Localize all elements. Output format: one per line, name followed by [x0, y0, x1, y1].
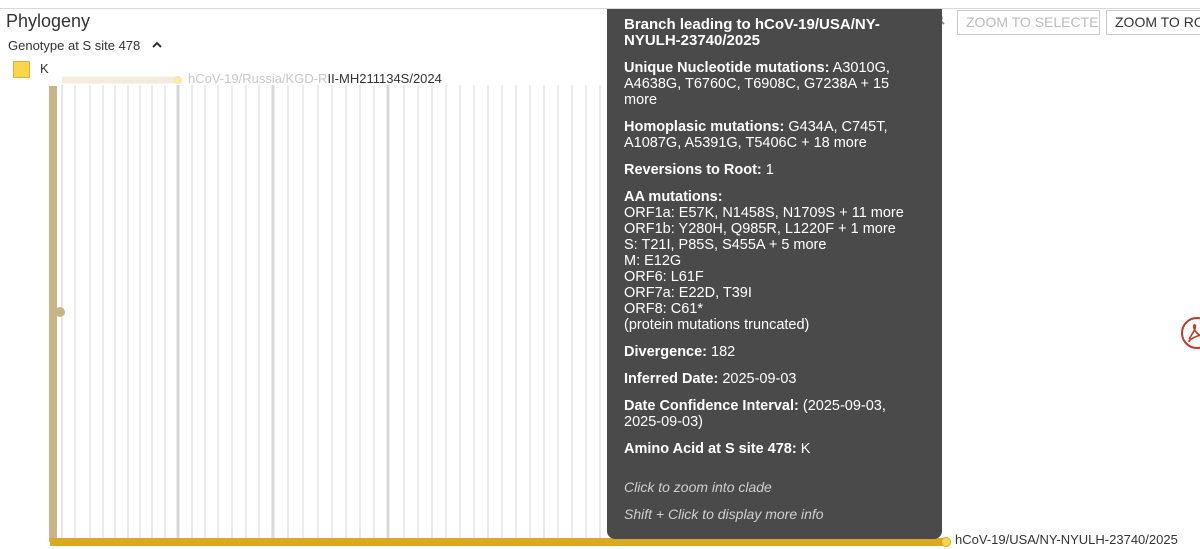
aa-mutation-line: ORF1b: Y280H, Q985R, L1220F + 1 more	[624, 221, 896, 237]
tooltip-heading: Branch leading to hCoV-19/USA/NY-NYULH-2…	[624, 16, 880, 49]
branch-info-tooltip: Branch leading to hCoV-19/USA/NY-NYULH-2…	[607, 9, 942, 539]
inferred-date-value: 2025-09-03	[722, 371, 797, 387]
phylogeny-tree[interactable]	[0, 0, 1200, 549]
reversions-value: 1	[765, 162, 774, 178]
divergence-label: Divergence:	[624, 344, 708, 360]
tip-label-bottom[interactable]: hCoV-19/USA/NY-NYULH-23740/2025	[955, 532, 1178, 547]
reversions-label: Reversions to Root:	[624, 162, 762, 178]
tip-label-top-dark: II-MH211134S/2024	[327, 71, 442, 86]
tip-label-top[interactable]: hCoV-19/Russia/KGD-RII-MH211134S/2024	[188, 71, 442, 86]
tooltip-aa-mutations: AA mutations: ORF1a: E57K, N1458S, N1709…	[624, 189, 925, 333]
tooltip-divergence: Divergence: 182	[624, 344, 925, 360]
tooltip-inferred-date: Inferred Date: 2025-09-03	[624, 371, 925, 387]
tooltip-homoplasic-mutations: Homoplasic mutations: G434A, C745T, A108…	[624, 119, 925, 151]
divergence-value: 182	[711, 344, 736, 360]
date-ci-label: Date Confidence Interval:	[624, 398, 799, 414]
aa-site-value: K	[800, 441, 811, 457]
tooltip-aa-site: Amino Acid at S site 478: K	[624, 441, 925, 457]
highlighted-tip-node[interactable]	[941, 537, 951, 547]
unique-mutations-label: Unique Nucleotide mutations:	[624, 60, 830, 76]
homoplasic-mutations-label: Homoplasic mutations:	[624, 119, 785, 135]
tip-label-top-faded: hCoV-19/Russia/KGD-R	[188, 71, 328, 86]
faint-tip-lines	[61, 85, 601, 540]
aa-mutation-line: ORF7a: E22D, T39I	[624, 285, 752, 301]
aa-mutation-line: S: T21I, P85S, S455A + 5 more	[624, 237, 827, 253]
aa-mutation-line: ORF1a: E57K, N1458S, N1709S + 11 more	[624, 205, 904, 221]
tooltip-reversions: Reversions to Root: 1	[624, 162, 925, 178]
pdf-icon[interactable]	[1180, 316, 1200, 350]
internal-node[interactable]	[55, 307, 65, 317]
aa-site-label: Amino Acid at S site 478:	[624, 441, 797, 457]
tooltip-date-ci: Date Confidence Interval: (2025-09-03, 2…	[624, 398, 925, 430]
aa-mutation-line: ORF6: L61F	[624, 269, 704, 285]
aa-mutation-line: M: E12G	[624, 253, 682, 269]
top-tip-node[interactable]	[174, 76, 182, 84]
tooltip-hint-click: Click to zoom into clade	[624, 479, 772, 495]
aa-mutation-line: (protein mutations truncated)	[624, 317, 810, 333]
aa-mutation-line: ORF8: C61*	[624, 301, 703, 317]
tooltip-hint-shift: Shift + Click to display more info	[624, 506, 824, 522]
aa-mutations-label: AA mutations:	[624, 189, 723, 205]
tooltip-unique-mutations: Unique Nucleotide mutations: A3010G, A46…	[624, 60, 925, 108]
inferred-date-label: Inferred Date:	[624, 371, 719, 387]
